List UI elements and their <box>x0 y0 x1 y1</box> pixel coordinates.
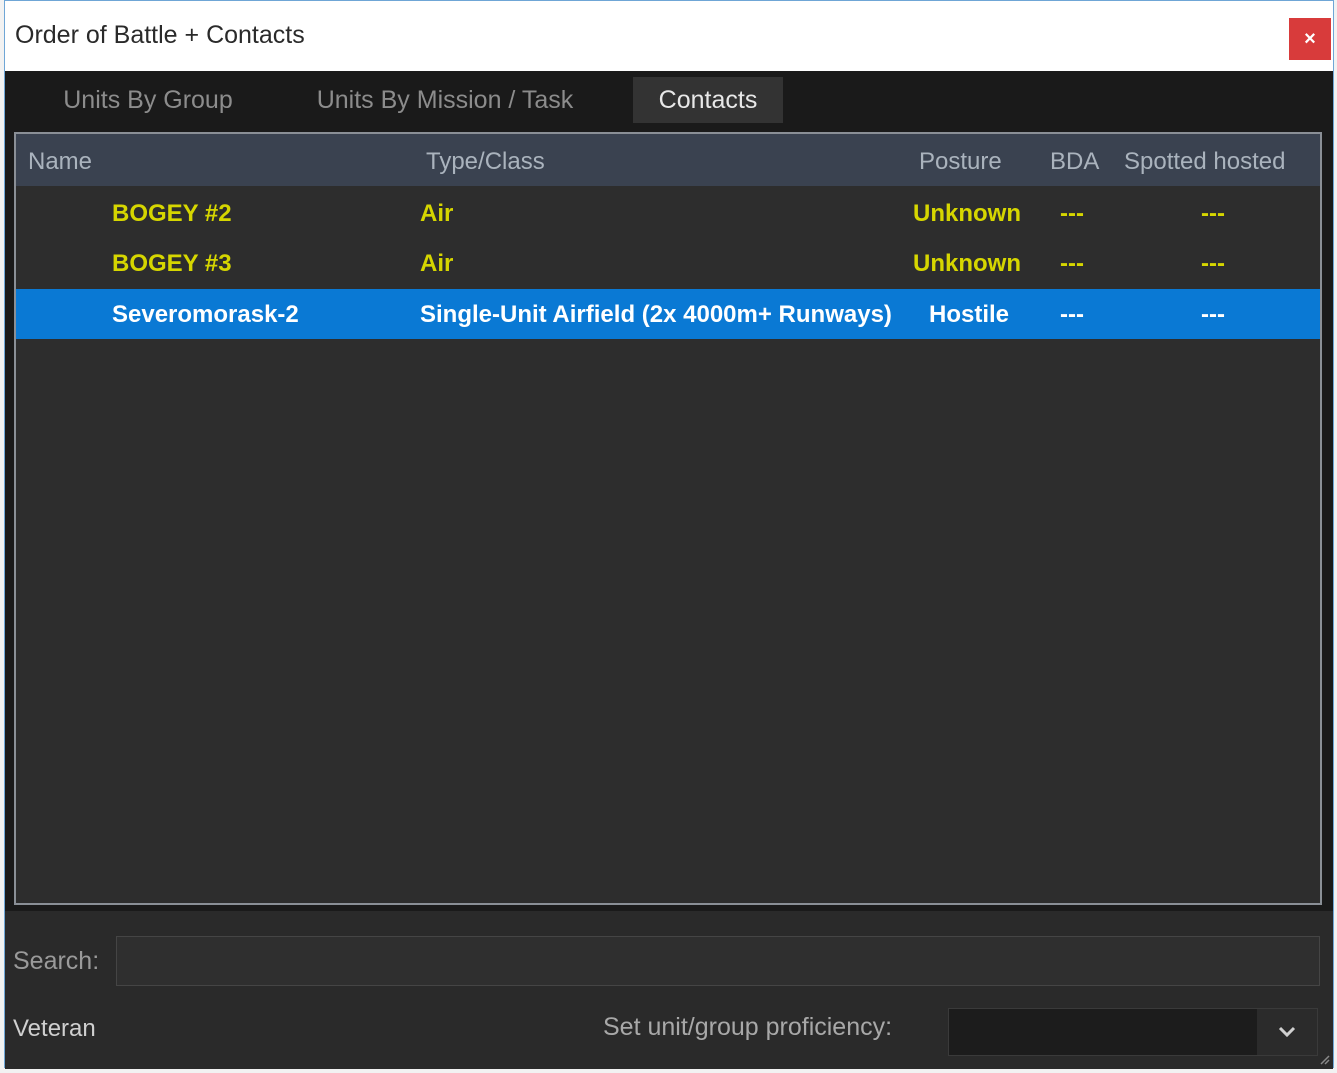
search-label: Search: <box>13 947 100 975</box>
cell-posture: Unknown <box>913 200 1021 227</box>
proficiency-label: Set unit/group proficiency: <box>603 1013 893 1041</box>
cell-name: Severomorask-2 <box>112 301 299 328</box>
title-bar[interactable]: Order of Battle + Contacts × <box>5 1 1333 71</box>
cell-name: BOGEY #3 <box>112 250 232 277</box>
cell-spotted-hosted: --- <box>1201 301 1225 328</box>
table-row-selected[interactable]: Severomorask-2 Single-Unit Airfield (2x … <box>16 289 1320 339</box>
table-row[interactable]: BOGEY #2 Air Unknown --- --- <box>16 188 1320 238</box>
cell-posture: Hostile <box>929 301 1010 328</box>
column-header-name[interactable]: Name <box>28 148 92 176</box>
column-header-bda[interactable]: BDA <box>1050 148 1099 176</box>
cell-name: BOGEY #2 <box>112 200 232 227</box>
tab-units-by-mission-task[interactable]: Units By Mission / Task <box>295 77 595 123</box>
cell-bda: --- <box>1060 301 1084 328</box>
tab-contacts[interactable]: Contacts <box>633 77 783 123</box>
cell-type-class: Air <box>420 200 454 227</box>
chevron-down-icon[interactable] <box>1257 1009 1317 1055</box>
cell-type-class: Air <box>420 250 454 277</box>
column-header-type-class[interactable]: Type/Class <box>426 148 545 176</box>
table-header: Name Type/Class Posture BDA Spotted host… <box>16 134 1320 186</box>
column-header-posture[interactable]: Posture <box>919 148 1002 176</box>
footer-panel: Search: Veteran Set unit/group proficien… <box>5 911 1333 1069</box>
cell-bda: --- <box>1060 200 1084 227</box>
tab-bar: Units By Group Units By Mission / Task C… <box>5 71 1333 127</box>
resize-grip-icon[interactable] <box>1317 1053 1331 1067</box>
cell-type-class: Single-Unit Airfield (2x 4000m+ Runways) <box>420 301 892 328</box>
close-icon: × <box>1304 27 1316 50</box>
contacts-table: Name Type/Class Posture BDA Spotted host… <box>14 132 1322 905</box>
column-header-spotted-hosted[interactable]: Spotted hosted <box>1124 148 1285 176</box>
window-title: Order of Battle + Contacts <box>15 21 305 49</box>
order-of-battle-window: Order of Battle + Contacts × Units By Gr… <box>4 0 1334 1069</box>
proficiency-value-label: Veteran <box>13 1015 96 1042</box>
search-input[interactable] <box>116 936 1320 986</box>
proficiency-dropdown[interactable] <box>948 1008 1318 1056</box>
cell-spotted-hosted: --- <box>1201 250 1225 277</box>
close-button[interactable]: × <box>1289 18 1331 60</box>
cell-spotted-hosted: --- <box>1201 200 1225 227</box>
table-row[interactable]: BOGEY #3 Air Unknown --- --- <box>16 238 1320 288</box>
cell-posture: Unknown <box>913 250 1021 277</box>
tab-units-by-group[interactable]: Units By Group <box>23 77 273 123</box>
cell-bda: --- <box>1060 250 1084 277</box>
